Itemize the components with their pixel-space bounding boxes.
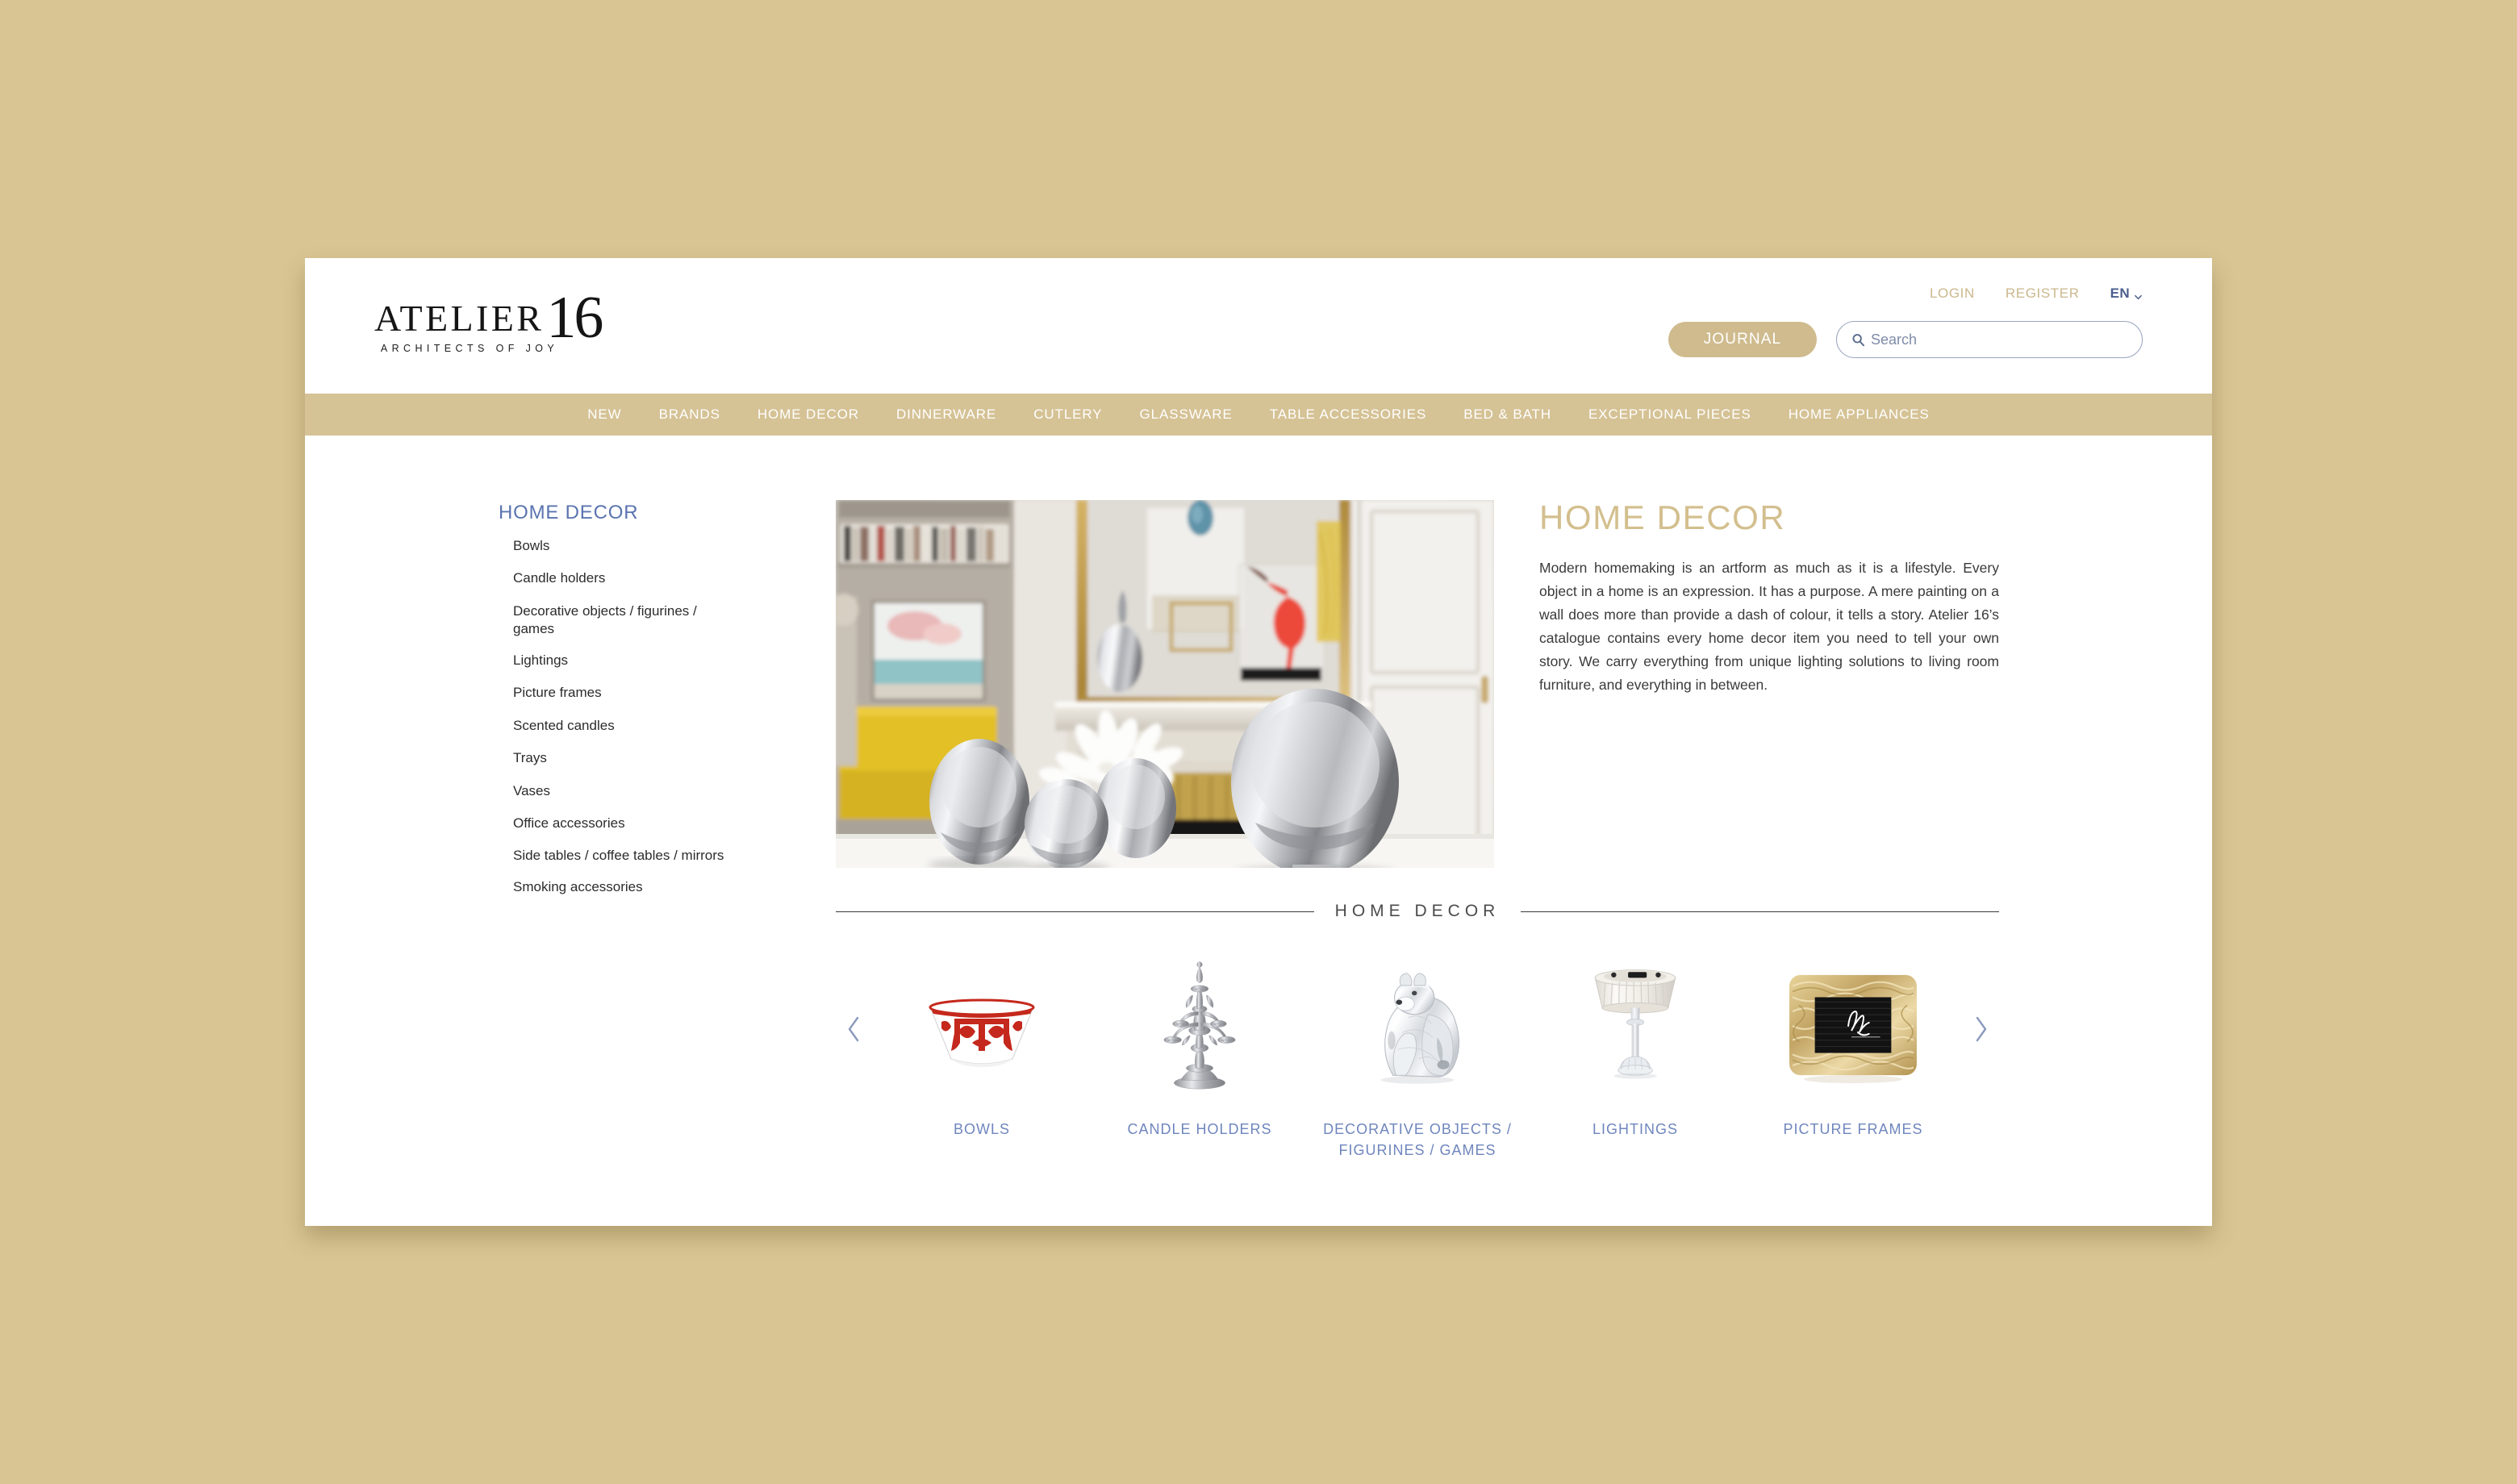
sidebar-item-decorative-objects[interactable]: Decorative objects / figurines / games <box>513 602 733 639</box>
sidebar-item-vases[interactable]: Vases <box>513 782 733 800</box>
carousel-card-lightings[interactable]: LIGHTINGS <box>1534 948 1736 1140</box>
page-content: HOME DECOR Bowls Candle holders Decorati… <box>305 436 2212 1226</box>
chevron-down-icon <box>2134 290 2143 299</box>
journal-button[interactable]: JOURNAL <box>1668 322 1817 357</box>
intro-description: Modern homemaking is an artform as much … <box>1539 560 1999 694</box>
nav-item-exceptional-pieces[interactable]: EXCEPTIONAL PIECES <box>1570 406 1770 423</box>
carousel-card-candle-holders[interactable]: CANDLE HOLDERS <box>1099 948 1300 1140</box>
nav-item-glassware[interactable]: GLASSWARE <box>1121 406 1251 423</box>
sidebar-item-lightings[interactable]: Lightings <box>513 652 733 669</box>
header-utility-row: JOURNAL <box>1668 321 2143 358</box>
sidebar-item-scented-candles[interactable]: Scented candles <box>513 717 733 735</box>
list-item: Lightings <box>513 652 733 669</box>
search-icon <box>1851 333 1865 347</box>
nav-item-cutlery[interactable]: CUTLERY <box>1015 406 1121 423</box>
sidebar-item-office-accessories[interactable]: Office accessories <box>513 815 733 832</box>
silver-candelabra-image <box>1115 948 1284 1102</box>
carousel-next-button[interactable] <box>1962 948 1999 1110</box>
red-ornament-bowl-image <box>897 948 1066 1102</box>
logo-wordmark: ATELIER 16 <box>374 288 641 348</box>
sidebar-title: HOME DECOR <box>499 502 639 523</box>
chevron-left-icon <box>845 1015 863 1044</box>
carousel-label-picture-frames: PICTURE FRAMES <box>1783 1121 1923 1137</box>
carousel-prev-button[interactable] <box>836 948 873 1110</box>
list-item: Office accessories <box>513 815 733 832</box>
intro-section: HOME DECOR Modern homemaking is an artfo… <box>1539 498 1999 697</box>
carousel-label-decorative-objects: DECORATIVE OBJECTS / FIGURINES / GAMES <box>1323 1121 1512 1158</box>
site-header: ATELIER 16 ARCHITECTS OF JOY LOGIN REGIS… <box>305 258 2212 394</box>
list-item: Scented candles <box>513 717 733 735</box>
logo-tagline: ARCHITECTS OF JOY <box>380 342 559 354</box>
language-label: EN <box>2110 286 2130 301</box>
carousel-track: BOWLS CANDLE HOLDERS DECORATIVE OBJECTS … <box>873 948 1962 1161</box>
hero-image <box>836 500 1494 868</box>
main-navigation: NEW BRANDS HOME DECOR DINNERWARE CUTLERY… <box>305 394 2212 436</box>
logo-brand-name: ATELIER <box>374 297 545 339</box>
divider-line-left <box>836 911 1314 912</box>
sidebar-item-bowls[interactable]: Bowls <box>513 537 733 555</box>
logo-brand-number: 16 <box>546 285 603 351</box>
site-logo[interactable]: ATELIER 16 ARCHITECTS OF JOY <box>374 288 641 365</box>
page-title: HOME DECOR <box>1539 498 1786 536</box>
carousel-label-bowls: BOWLS <box>953 1121 1010 1137</box>
section-divider: HOME DECOR <box>836 902 1999 921</box>
divider-line-right <box>1521 911 1999 912</box>
crystal-animal-figurine-image <box>1333 948 1502 1102</box>
account-links: LOGIN REGISTER EN <box>1930 286 2143 302</box>
sidebar-item-smoking-accessories[interactable]: Smoking accessories <box>513 878 733 896</box>
register-link[interactable]: REGISTER <box>2006 286 2080 302</box>
list-item: Smoking accessories <box>513 878 733 896</box>
sidebar-item-trays[interactable]: Trays <box>513 749 733 767</box>
list-item: Side tables / coffee tables / mirrors <box>513 847 733 865</box>
section-title: HOME DECOR <box>1334 902 1501 920</box>
nav-item-bed-and-bath[interactable]: BED & BATH <box>1445 406 1570 423</box>
list-item: Picture frames <box>513 684 733 702</box>
sidebar-item-side-tables[interactable]: Side tables / coffee tables / mirrors <box>513 847 733 865</box>
list-item: Vases <box>513 782 733 800</box>
site-page: ATELIER 16 ARCHITECTS OF JOY LOGIN REGIS… <box>305 258 2212 1226</box>
category-sidebar: HOME DECOR Bowls Candle holders Decorati… <box>499 502 733 911</box>
category-carousel: BOWLS CANDLE HOLDERS DECORATIVE OBJECTS … <box>836 948 1999 1190</box>
list-item: Trays <box>513 749 733 767</box>
carousel-label-candle-holders: CANDLE HOLDERS <box>1127 1121 1272 1137</box>
list-item: Decorative objects / figurines / games <box>513 602 733 639</box>
gold-woven-frame-image <box>1768 948 1938 1102</box>
sidebar-list: Bowls Candle holders Decorative objects … <box>499 537 733 896</box>
nav-item-table-accessories[interactable]: TABLE ACCESSORIES <box>1251 406 1446 423</box>
search-input[interactable] <box>1871 331 2127 348</box>
language-selector[interactable]: EN <box>2110 286 2143 302</box>
nav-item-new[interactable]: NEW <box>569 406 640 423</box>
search-box[interactable] <box>1836 321 2143 358</box>
carousel-card-decorative-objects[interactable]: DECORATIVE OBJECTS / FIGURINES / GAMES <box>1317 948 1518 1161</box>
nav-item-brands[interactable]: BRANDS <box>641 406 739 423</box>
carousel-label-lightings: LIGHTINGS <box>1592 1121 1678 1137</box>
carousel-card-picture-frames[interactable]: PICTURE FRAMES <box>1752 948 1954 1140</box>
nav-item-home-appliances[interactable]: HOME APPLIANCES <box>1770 406 1948 423</box>
sidebar-item-candle-holders[interactable]: Candle holders <box>513 569 733 587</box>
list-item: Candle holders <box>513 569 733 587</box>
nav-item-dinnerware[interactable]: DINNERWARE <box>878 406 1015 423</box>
sidebar-item-picture-frames[interactable]: Picture frames <box>513 684 733 702</box>
login-link[interactable]: LOGIN <box>1930 286 1975 302</box>
carousel-card-bowls[interactable]: BOWLS <box>881 948 1083 1140</box>
nav-item-home-decor[interactable]: HOME DECOR <box>739 406 878 423</box>
chevron-right-icon <box>1972 1015 1989 1044</box>
list-item: Bowls <box>513 537 733 555</box>
table-lamp-image <box>1551 948 1720 1102</box>
